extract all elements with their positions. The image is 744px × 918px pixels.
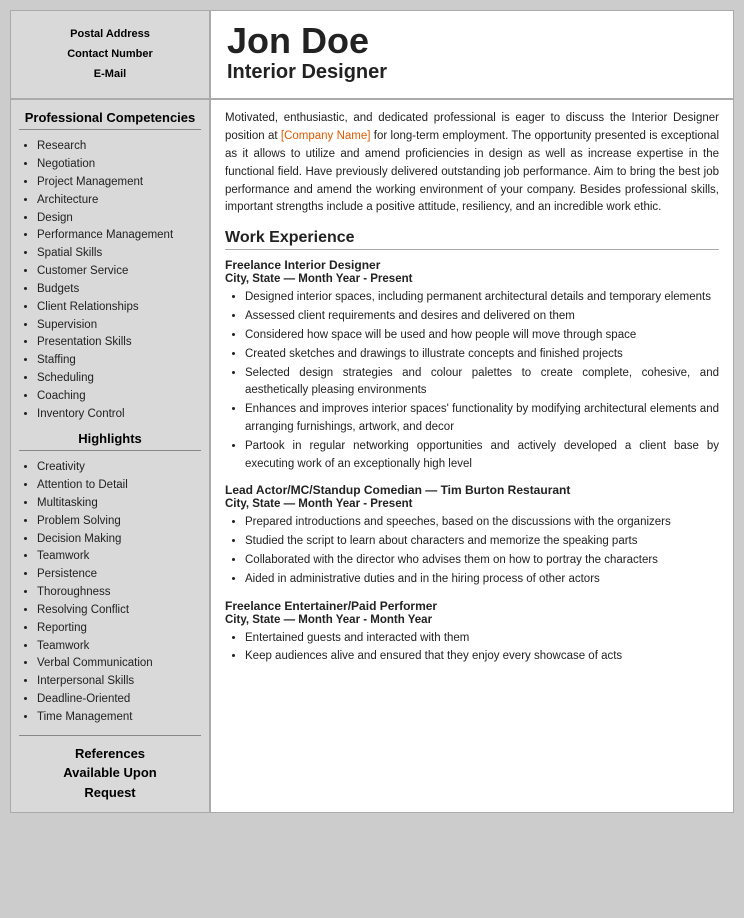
job-entry-2: Lead Actor/MC/Standup Comedian — Tim Bur… xyxy=(225,483,719,588)
job-entry-1: Freelance Interior Designer City, State … xyxy=(225,258,719,473)
list-item: Customer Service xyxy=(37,263,201,281)
competencies-list: Research Negotiation Project Management … xyxy=(19,138,201,423)
list-item: Presentation Skills xyxy=(37,334,201,352)
list-item: Staffing xyxy=(37,352,201,370)
bullet: Keep audiences alive and ensured that th… xyxy=(245,648,719,666)
contact-info: Postal Address Contact Number E-Mail xyxy=(11,11,211,98)
work-experience-title: Work Experience xyxy=(225,229,719,250)
bullet: Entertained guests and interacted with t… xyxy=(245,630,719,648)
list-item: Time Management xyxy=(37,709,201,727)
job-title-header: Interior Designer xyxy=(227,61,717,84)
competencies-title: Professional Competencies xyxy=(19,110,201,125)
job-title-1: Freelance Interior Designer xyxy=(225,258,719,272)
list-item: Deadline-Oriented xyxy=(37,691,201,709)
list-item: Performance Management xyxy=(37,227,201,245)
list-item: Spatial Skills xyxy=(37,245,201,263)
company-name-placeholder: [Company Name] xyxy=(281,130,371,142)
job-title-3: Freelance Entertainer/Paid Performer xyxy=(225,599,719,613)
competencies-divider xyxy=(19,129,201,130)
list-item: Teamwork xyxy=(37,638,201,656)
bullet: Collaborated with the director who advis… xyxy=(245,552,719,570)
job-location-2: City, State — Month Year - Present xyxy=(225,498,719,510)
list-item: Supervision xyxy=(37,317,201,335)
resume-container: Postal Address Contact Number E-Mail Jon… xyxy=(10,10,734,813)
list-item: Interpersonal Skills xyxy=(37,673,201,691)
list-item: Architecture xyxy=(37,192,201,210)
job-location-1: City, State — Month Year - Present xyxy=(225,273,719,285)
highlights-title: Highlights xyxy=(19,431,201,446)
list-item: Negotiation xyxy=(37,156,201,174)
sidebar: Professional Competencies Research Negot… xyxy=(11,100,211,812)
list-item: Client Relationships xyxy=(37,299,201,317)
list-item: Design xyxy=(37,210,201,228)
list-item: Decision Making xyxy=(37,531,201,549)
bullet: Partook in regular networking opportunit… xyxy=(245,438,719,474)
name-title-block: Jon Doe Interior Designer xyxy=(211,11,733,98)
bullet: Assessed client requirements and desires… xyxy=(245,308,719,326)
job-location-3: City, State — Month Year - Month Year xyxy=(225,614,719,626)
job-bullets-1: Designed interior spaces, including perm… xyxy=(225,289,719,473)
bullet: Aided in administrative duties and in th… xyxy=(245,571,719,589)
list-item: Project Management xyxy=(37,174,201,192)
full-name: Jon Doe xyxy=(227,21,717,61)
list-item: Multitasking xyxy=(37,495,201,513)
bullet: Enhances and improves interior spaces' f… xyxy=(245,401,719,437)
highlights-list: Creativity Attention to Detail Multitask… xyxy=(19,459,201,726)
list-item: Creativity xyxy=(37,459,201,477)
list-item: Coaching xyxy=(37,388,201,406)
list-item: Resolving Conflict xyxy=(37,602,201,620)
job-bullets-3: Entertained guests and interacted with t… xyxy=(225,630,719,667)
summary: Motivated, enthusiastic, and dedicated p… xyxy=(225,110,719,217)
list-item: Scheduling xyxy=(37,370,201,388)
bullet: Prepared introductions and speeches, bas… xyxy=(245,514,719,532)
list-item: Problem Solving xyxy=(37,513,201,531)
email: E-Mail xyxy=(21,65,199,85)
highlights-divider xyxy=(19,450,201,451)
postal-address: Postal Address xyxy=(21,25,199,45)
list-item: Thoroughness xyxy=(37,584,201,602)
bullet: Designed interior spaces, including perm… xyxy=(245,289,719,307)
list-item: Inventory Control xyxy=(37,406,201,424)
header: Postal Address Contact Number E-Mail Jon… xyxy=(11,11,733,100)
job-title-2: Lead Actor/MC/Standup Comedian — Tim Bur… xyxy=(225,483,719,497)
main-content: Motivated, enthusiastic, and dedicated p… xyxy=(211,100,733,812)
references-divider xyxy=(19,735,201,736)
list-item: Persistence xyxy=(37,566,201,584)
job-bullets-2: Prepared introductions and speeches, bas… xyxy=(225,514,719,588)
bullet: Considered how space will be used and ho… xyxy=(245,327,719,345)
list-item: Reporting xyxy=(37,620,201,638)
bullet: Created sketches and drawings to illustr… xyxy=(245,346,719,364)
list-item: Attention to Detail xyxy=(37,477,201,495)
list-item: Teamwork xyxy=(37,548,201,566)
contact-number: Contact Number xyxy=(21,45,199,65)
list-item: Research xyxy=(37,138,201,156)
job-entry-3: Freelance Entertainer/Paid Performer Cit… xyxy=(225,599,719,667)
bullet: Selected design strategies and colour pa… xyxy=(245,365,719,401)
body: Professional Competencies Research Negot… xyxy=(11,100,733,812)
list-item: Budgets xyxy=(37,281,201,299)
bullet: Studied the script to learn about charac… xyxy=(245,533,719,551)
list-item: Verbal Communication xyxy=(37,655,201,673)
references: ReferencesAvailable UponRequest xyxy=(19,744,201,803)
